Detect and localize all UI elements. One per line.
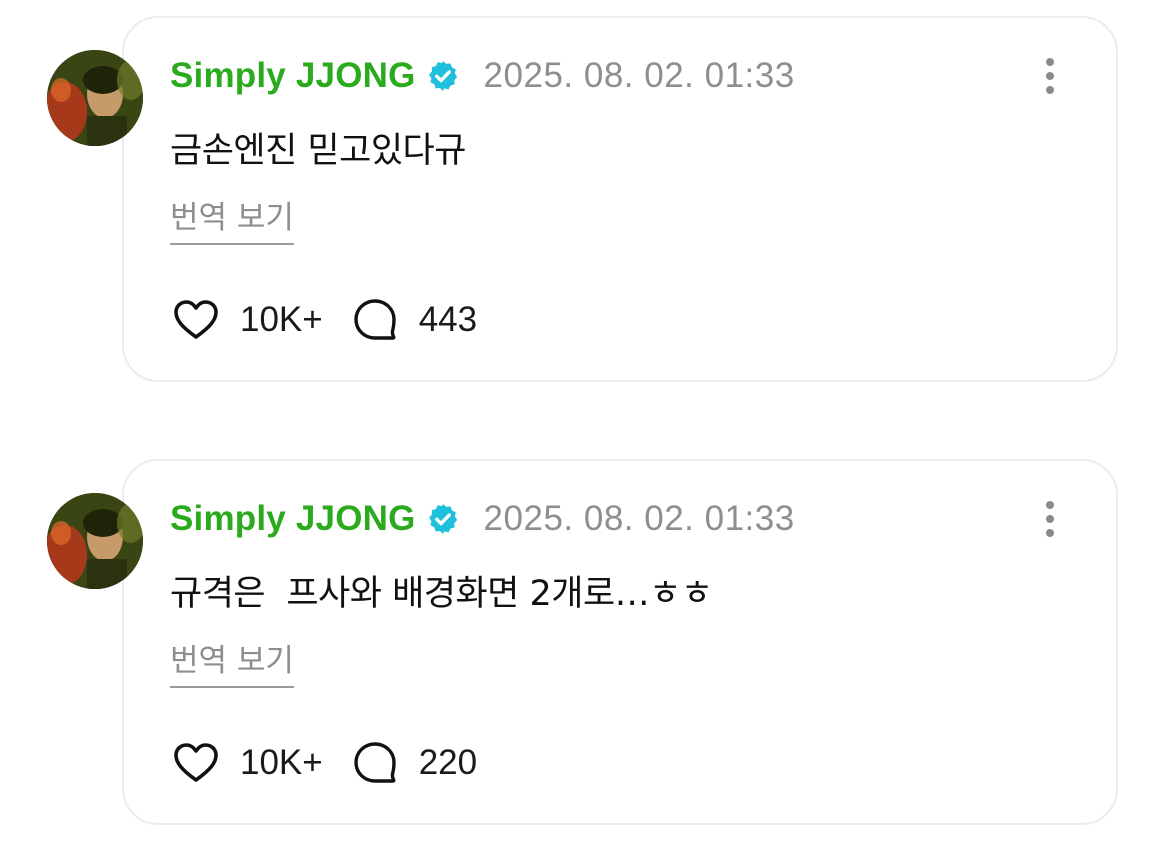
timestamp: 2025. 08. 02. 01:33 xyxy=(483,499,795,538)
username[interactable]: Simply JJONG xyxy=(170,56,416,96)
username[interactable]: Simply JJONG xyxy=(170,499,416,539)
more-options-icon[interactable] xyxy=(1036,499,1064,539)
comment-count: 220 xyxy=(418,743,478,782)
verified-badge-icon xyxy=(426,59,460,93)
more-options-icon[interactable] xyxy=(1036,56,1064,96)
post-actions: 10K+ 443 xyxy=(172,296,477,344)
translate-link[interactable]: 번역 보기 xyxy=(170,192,294,245)
post-actions: 10K+ 220 xyxy=(172,739,477,787)
post-text: 규격은 프사와 배경화면 2개로…ㅎㅎ xyxy=(170,574,713,614)
avatar[interactable] xyxy=(47,50,143,146)
like-button[interactable]: 10K+ xyxy=(172,296,323,344)
comment-count: 443 xyxy=(418,300,478,339)
avatar[interactable] xyxy=(47,493,143,589)
translate-link[interactable]: 번역 보기 xyxy=(170,635,294,688)
comment-button[interactable]: 220 xyxy=(351,739,477,787)
heart-icon xyxy=(172,296,220,344)
like-count: 10K+ xyxy=(240,743,323,782)
like-button[interactable]: 10K+ xyxy=(172,739,323,787)
post-text: 금손엔진 믿고있다규 xyxy=(170,131,466,171)
post-header: Simply JJONG 2025. 08. 02. 01:33 xyxy=(170,52,795,100)
heart-icon xyxy=(172,739,220,787)
post: Simply JJONG 2025. 08. 02. 01:33 규격은 프사와… xyxy=(0,443,1170,843)
post: Simply JJONG 2025. 08. 02. 01:33 금손엔진 믿고… xyxy=(0,0,1170,400)
post-header: Simply JJONG 2025. 08. 02. 01:33 xyxy=(170,495,795,543)
like-count: 10K+ xyxy=(240,300,323,339)
timestamp: 2025. 08. 02. 01:33 xyxy=(483,56,795,95)
avatar-image xyxy=(47,493,143,589)
comment-icon xyxy=(351,296,399,344)
comment-button[interactable]: 443 xyxy=(351,296,477,344)
avatar-image xyxy=(47,50,143,146)
verified-badge-icon xyxy=(426,502,460,536)
comment-icon xyxy=(351,739,399,787)
